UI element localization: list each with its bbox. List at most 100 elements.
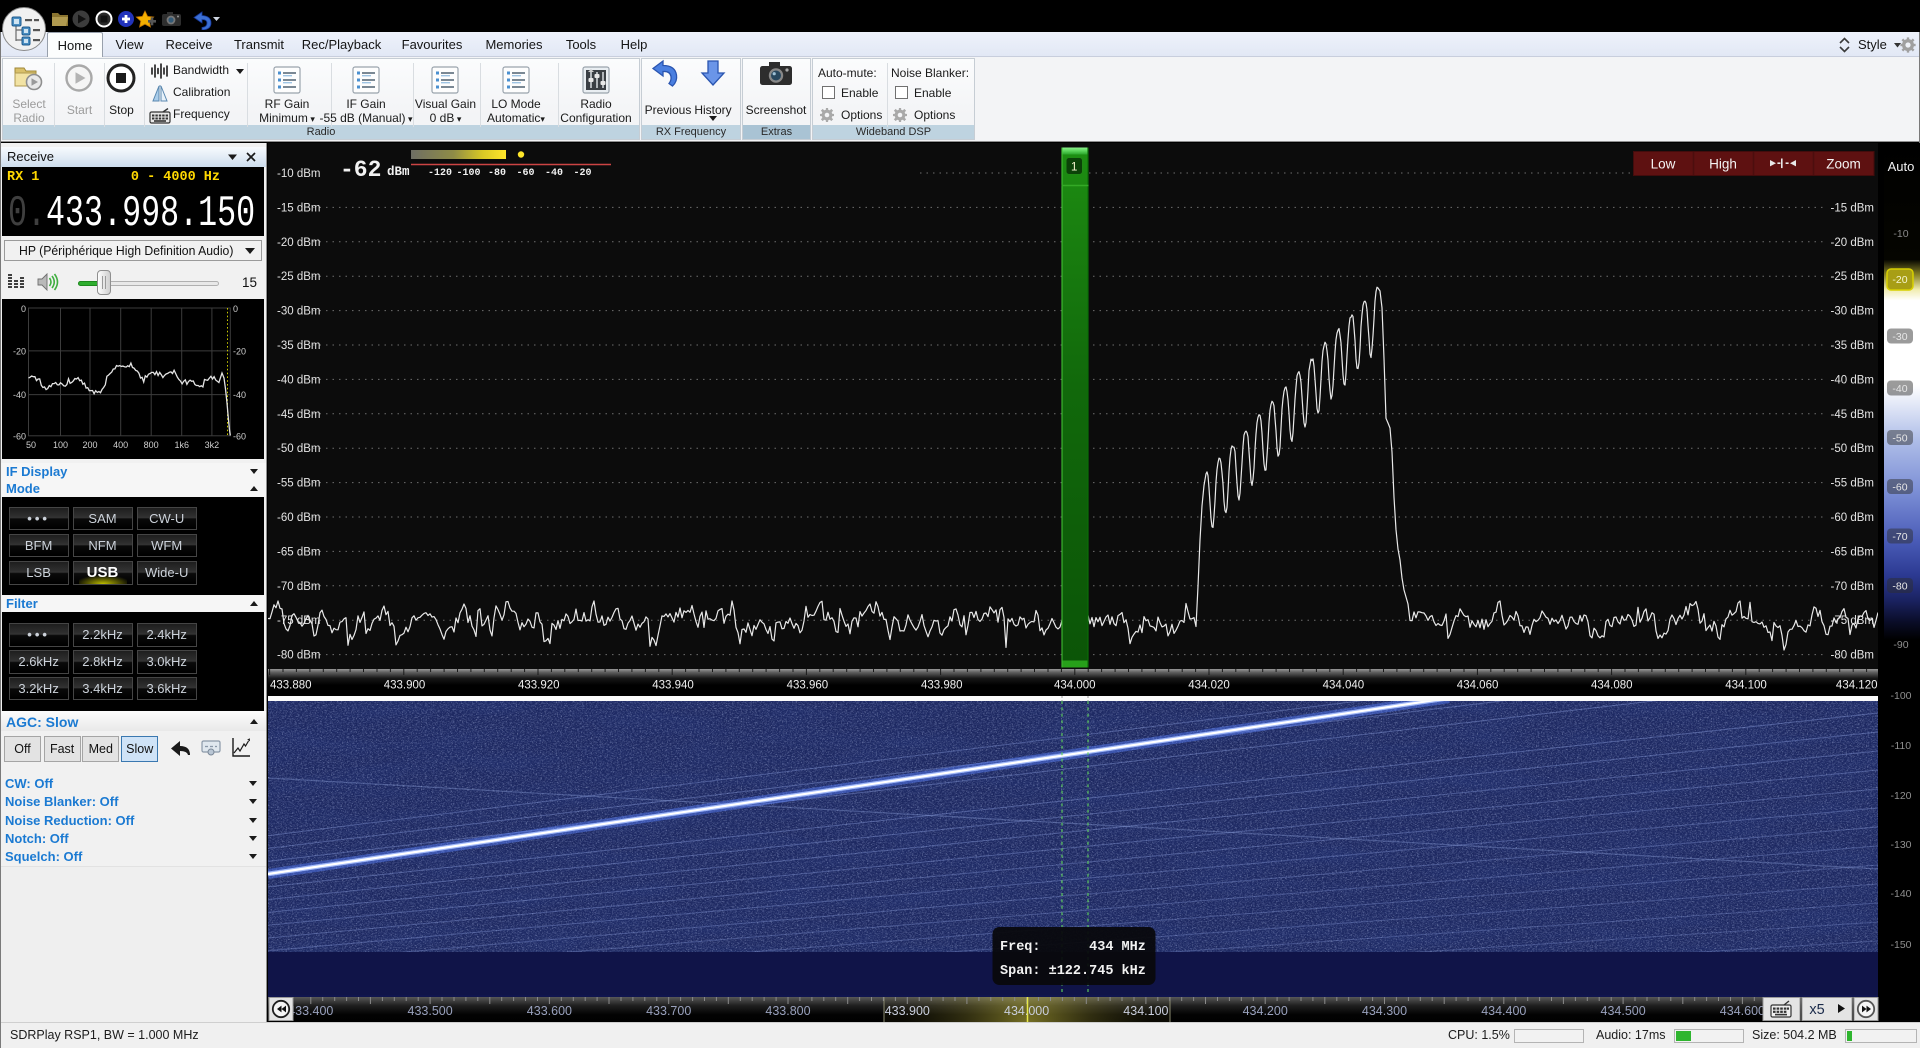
svg-text:434.300: 434.300 xyxy=(1362,1004,1407,1018)
svg-text:-30: -30 xyxy=(1892,331,1907,343)
svg-text:-30 dBm: -30 dBm xyxy=(277,306,320,318)
svg-text:434.060: 434.060 xyxy=(1457,680,1499,692)
svg-text:-35 dBm: -35 dBm xyxy=(277,340,320,352)
svg-text:1k6: 1k6 xyxy=(174,440,189,450)
svg-text:-70 dBm: -70 dBm xyxy=(277,581,320,593)
svg-text:-60: -60 xyxy=(516,168,534,179)
svg-text:-15 dBm: -15 dBm xyxy=(277,202,320,214)
svg-text:434.020: 434.020 xyxy=(1188,680,1230,692)
svg-text:434.200: 434.200 xyxy=(1243,1004,1288,1018)
svg-text:-60: -60 xyxy=(1892,481,1907,493)
svg-text:-40: -40 xyxy=(13,390,26,400)
svg-text:433.400: 433.400 xyxy=(288,1004,333,1018)
svg-text:-80: -80 xyxy=(1892,580,1907,592)
svg-text:-130: -130 xyxy=(1890,839,1911,851)
svg-text:-70: -70 xyxy=(1892,531,1907,543)
svg-text:434.000: 434.000 xyxy=(1004,1004,1049,1018)
svg-text:434.120: 434.120 xyxy=(1836,680,1878,692)
svg-text:433.700: 433.700 xyxy=(646,1004,691,1018)
svg-text:-20: -20 xyxy=(233,346,246,356)
svg-text:-70 dBm: -70 dBm xyxy=(1831,581,1874,593)
svg-text:-40: -40 xyxy=(233,390,246,400)
svg-text:433.900: 433.900 xyxy=(885,1004,930,1018)
svg-text:Low: Low xyxy=(1651,157,1676,172)
svg-text:-60: -60 xyxy=(13,431,26,441)
svg-text:dBm: dBm xyxy=(387,165,410,179)
svg-text:0: 0 xyxy=(233,304,238,314)
svg-text:-110: -110 xyxy=(1891,740,1911,752)
svg-text:Auto: Auto xyxy=(1888,159,1915,174)
svg-text:434.600: 434.600 xyxy=(1720,1004,1765,1018)
svg-text:-60: -60 xyxy=(233,431,246,441)
svg-text:Zoom: Zoom xyxy=(1826,157,1861,172)
svg-text:433.600: 433.600 xyxy=(527,1004,572,1018)
svg-text:-55 dBm: -55 dBm xyxy=(277,478,320,490)
svg-text:-35 dBm: -35 dBm xyxy=(1831,340,1874,352)
svg-text:-25 dBm: -25 dBm xyxy=(1831,271,1874,283)
svg-text:-120: -120 xyxy=(1890,790,1911,802)
svg-text:-50 dBm: -50 dBm xyxy=(1831,443,1874,455)
svg-text:-100: -100 xyxy=(1890,690,1911,702)
svg-text:-100: -100 xyxy=(456,168,480,179)
svg-text:-140: -140 xyxy=(1890,888,1911,900)
svg-text:-10: -10 xyxy=(1893,228,1908,240)
svg-text:x5: x5 xyxy=(1809,1002,1824,1018)
svg-text:434.500: 434.500 xyxy=(1601,1004,1646,1018)
svg-text:433.900: 433.900 xyxy=(384,680,426,692)
svg-text:434.100: 434.100 xyxy=(1123,1004,1168,1018)
svg-text:433.940: 433.940 xyxy=(652,680,694,692)
svg-text:434.040: 434.040 xyxy=(1323,680,1365,692)
svg-text:434.400: 434.400 xyxy=(1481,1004,1526,1018)
svg-text:3k2: 3k2 xyxy=(205,440,220,450)
svg-text:434.000: 434.000 xyxy=(1054,680,1096,692)
svg-text:-60 dBm: -60 dBm xyxy=(1831,512,1874,524)
svg-text:400: 400 xyxy=(113,440,128,450)
svg-text:100: 100 xyxy=(53,440,68,450)
svg-text:433.880: 433.880 xyxy=(270,680,312,692)
svg-text:-62: -62 xyxy=(340,157,381,183)
svg-text:433.960: 433.960 xyxy=(787,680,829,692)
svg-text:-80: -80 xyxy=(488,168,506,179)
svg-text:434.100: 434.100 xyxy=(1725,680,1767,692)
svg-text:-45 dBm: -45 dBm xyxy=(1831,409,1874,421)
svg-text:-150: -150 xyxy=(1890,939,1911,951)
svg-text:50: 50 xyxy=(26,440,36,450)
svg-text:-65 dBm: -65 dBm xyxy=(1831,546,1874,558)
svg-text:-80 dBm: -80 dBm xyxy=(277,650,320,662)
svg-text:-120: -120 xyxy=(428,168,452,179)
svg-text:-60 dBm: -60 dBm xyxy=(277,512,320,524)
svg-text:0: 0 xyxy=(21,304,26,314)
svg-text:-20: -20 xyxy=(1892,274,1907,286)
svg-text:-50: -50 xyxy=(1892,432,1907,444)
svg-text:-20 dBm: -20 dBm xyxy=(277,237,320,249)
svg-text:-90: -90 xyxy=(1893,639,1908,651)
svg-text:434.080: 434.080 xyxy=(1591,680,1633,692)
svg-text:-50 dBm: -50 dBm xyxy=(277,443,320,455)
svg-text:-40: -40 xyxy=(545,168,563,179)
svg-text:-15 dBm: -15 dBm xyxy=(1831,202,1874,214)
svg-text:-10 dBm: -10 dBm xyxy=(277,168,320,180)
svg-text:-30 dBm: -30 dBm xyxy=(1831,306,1874,318)
svg-text:Span: ±122.745 kHz: Span: ±122.745 kHz xyxy=(1000,964,1146,979)
svg-text:High: High xyxy=(1709,157,1737,172)
svg-text:-25 dBm: -25 dBm xyxy=(277,271,320,283)
svg-text:-40 dBm: -40 dBm xyxy=(277,374,320,386)
svg-text:800: 800 xyxy=(144,440,159,450)
svg-text:-55 dBm: -55 dBm xyxy=(1831,478,1874,490)
svg-text:-65 dBm: -65 dBm xyxy=(277,546,320,558)
svg-text:1: 1 xyxy=(1071,162,1077,174)
svg-text:433.920: 433.920 xyxy=(518,680,560,692)
svg-text:Freq: 434 MHz: Freq: 434 MHz xyxy=(1000,940,1146,955)
svg-text:200: 200 xyxy=(82,440,97,450)
svg-text:-40: -40 xyxy=(1892,383,1907,395)
svg-text:Style: Style xyxy=(1858,37,1887,52)
svg-text:-80 dBm: -80 dBm xyxy=(1831,650,1874,662)
svg-text:-45 dBm: -45 dBm xyxy=(277,409,320,421)
svg-text:433.500: 433.500 xyxy=(408,1004,453,1018)
svg-text:433.800: 433.800 xyxy=(765,1004,810,1018)
svg-text:-20: -20 xyxy=(573,168,591,179)
svg-text:-40 dBm: -40 dBm xyxy=(1831,374,1874,386)
svg-text:-20 dBm: -20 dBm xyxy=(1831,237,1874,249)
svg-text:433.980: 433.980 xyxy=(921,680,963,692)
svg-text:-20: -20 xyxy=(13,346,26,356)
